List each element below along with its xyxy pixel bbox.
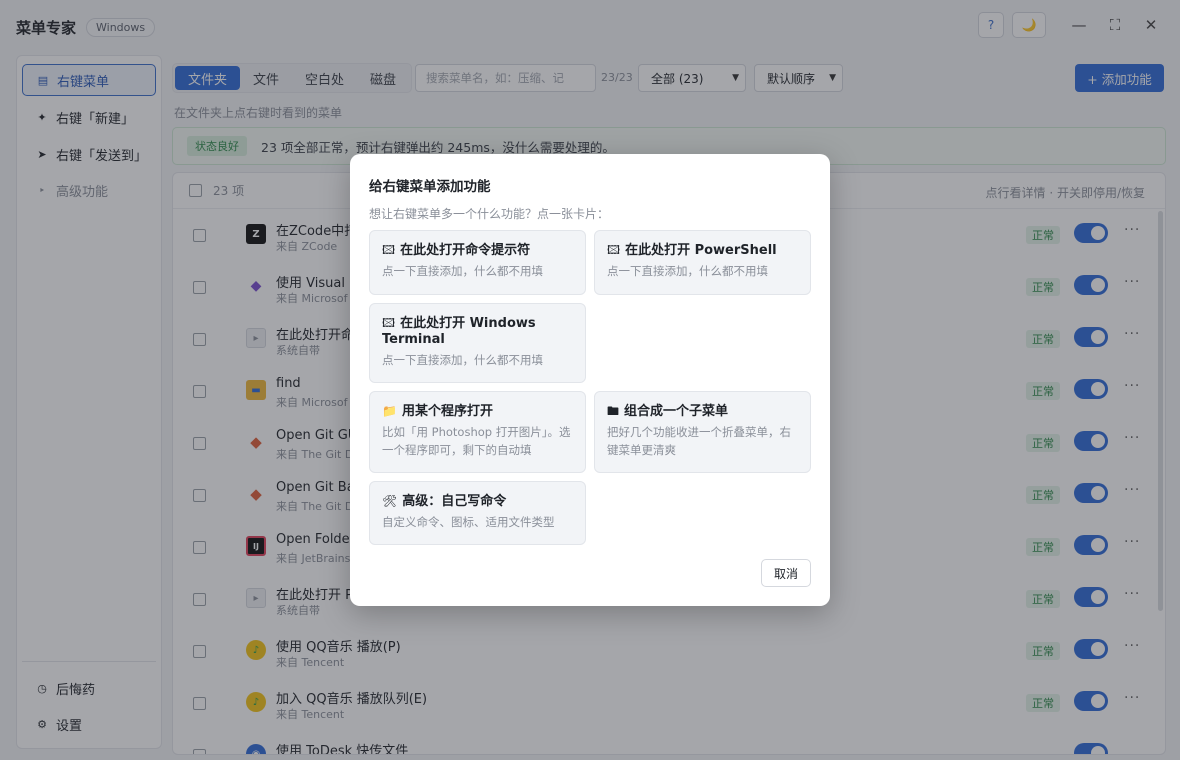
card-title: 组合成一个子菜单 — [624, 404, 729, 419]
card-desc: 点一下直接添加，什么都不用填 — [382, 264, 543, 278]
card-desc: 点一下直接添加，什么都不用填 — [607, 264, 768, 278]
dialog-title: 给右键菜单添加功能 — [369, 179, 491, 195]
folder-icon: 📁 — [382, 404, 397, 418]
card-title: 在此处打开 Windows Terminal — [382, 316, 536, 347]
dialog-subtitle: 想让右键菜单多一个什么功能？点一张卡片： — [369, 207, 610, 221]
card-open-cmd[interactable]: 🖾 在此处打开命令提示符 点一下直接添加，什么都不用填 — [369, 230, 586, 295]
card-desc: 比如「用 Photoshop 打开图片」。选一个程序即可，剩下的自动填 — [382, 425, 571, 457]
terminal-icon: 🖾 — [607, 243, 621, 257]
cancel-button[interactable]: 取消 — [761, 559, 811, 587]
card-title: 在此处打开 PowerShell — [625, 243, 777, 258]
card-title: 高级：自己写命令 — [402, 494, 507, 509]
terminal-icon: 🖾 — [382, 243, 396, 257]
tools-icon: 🛠 — [382, 494, 398, 508]
card-advanced-command[interactable]: 🛠 高级：自己写命令 自定义命令、图标、适用文件类型 — [369, 481, 586, 545]
card-open-with-program[interactable]: 📁 用某个程序打开 比如「用 Photoshop 打开图片」。选一个程序即可，剩下… — [369, 391, 586, 473]
card-title: 在此处打开命令提示符 — [400, 243, 531, 258]
terminal-icon: 🖾 — [382, 316, 396, 330]
card-submenu[interactable]: 🖿 组合成一个子菜单 把好几个功能收进一个折叠菜单，右键菜单更清爽 — [594, 391, 811, 473]
card-desc: 点一下直接添加，什么都不用填 — [382, 353, 543, 367]
card-open-windows-terminal[interactable]: 🖾 在此处打开 Windows Terminal 点一下直接添加，什么都不用填 — [369, 303, 586, 383]
card-title: 用某个程序打开 — [401, 404, 493, 419]
card-desc: 把好几个功能收进一个折叠菜单，右键菜单更清爽 — [607, 425, 791, 457]
card-open-powershell[interactable]: 🖾 在此处打开 PowerShell 点一下直接添加，什么都不用填 — [594, 230, 811, 295]
folder-closed-icon: 🖿 — [607, 404, 620, 418]
add-feature-dialog: 给右键菜单添加功能 想让右键菜单多一个什么功能？点一张卡片： 🖾 在此处打开命令提… — [350, 154, 830, 606]
card-desc: 自定义命令、图标、适用文件类型 — [382, 515, 555, 529]
